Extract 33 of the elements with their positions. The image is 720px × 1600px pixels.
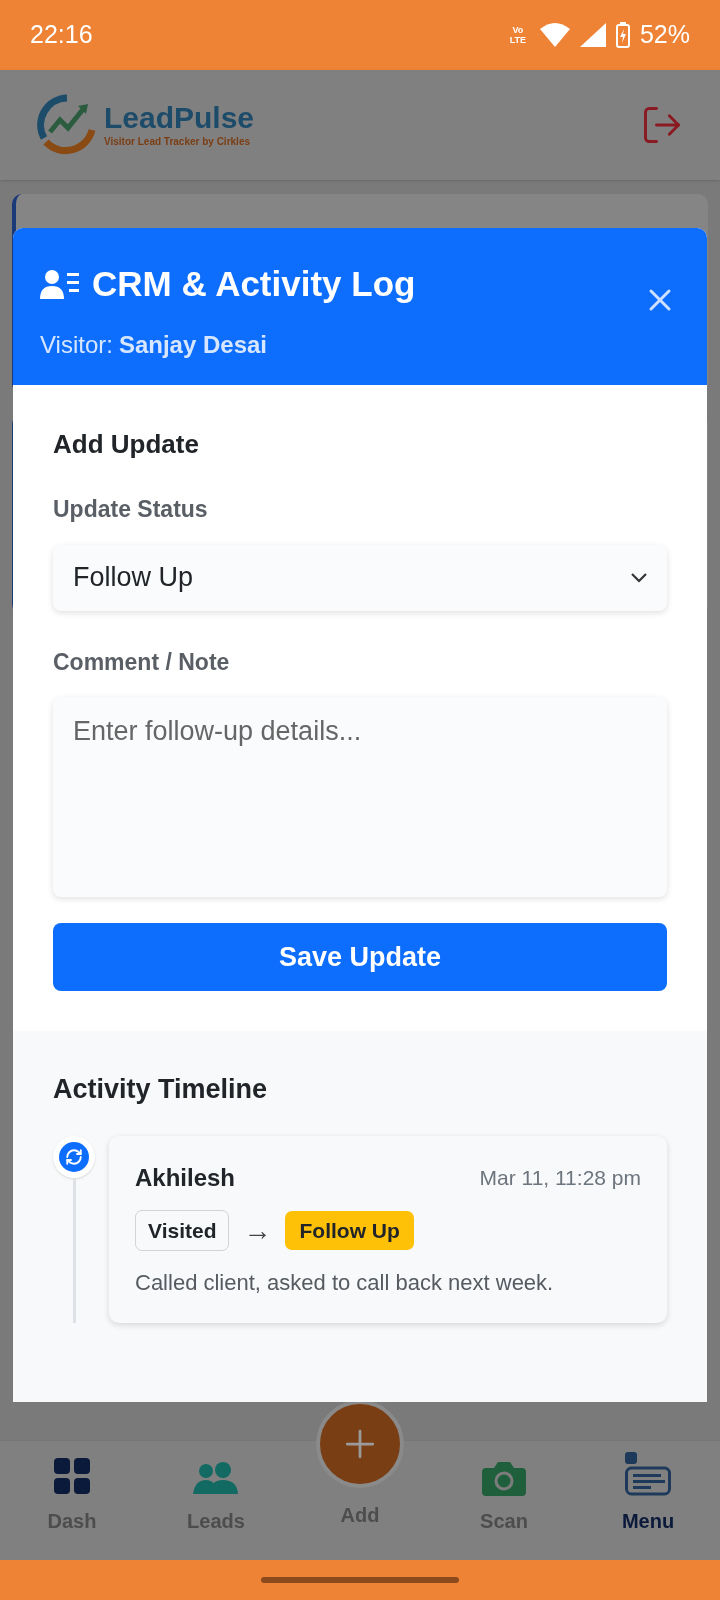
activity-author: Akhilesh [135, 1162, 236, 1193]
chevron-icon [631, 572, 647, 583]
battery-icon [615, 22, 630, 48]
comment-field[interactable]: Enter follow-up details... [53, 697, 667, 897]
brand-tagline: Visitor Lead Tracker by Cirkles [104, 134, 251, 149]
refresh-icon [65, 1147, 83, 1166]
field-label: Update Status [53, 495, 209, 524]
logo-icon [36, 94, 98, 156]
status-select[interactable]: Follow Up [53, 544, 667, 611]
camera-icon [482, 1460, 526, 1496]
users-icon [193, 1462, 239, 1496]
arrow-text: → [243, 1213, 272, 1248]
clock: 22:16 [30, 19, 93, 51]
activity-note: Called client, asked to call back next week. [135, 1268, 555, 1297]
network-label: Vo LTE [508, 25, 528, 45]
status-tag: Follow Up [285, 1210, 414, 1251]
battery-level: 52% [639, 19, 690, 51]
grid-icon [52, 1456, 92, 1496]
save-button[interactable]: Save Update [53, 923, 667, 991]
user-list-icon [40, 269, 80, 300]
status-tag: Visited [135, 1209, 230, 1252]
wifi-icon [539, 23, 570, 47]
field-label: Comment / Note [53, 647, 231, 677]
activity-time: Mar 11, 11:28 pm [479, 1164, 641, 1191]
visitor-name: Sanjay Desai [118, 329, 267, 360]
modal-title: CRM & Activity Log [92, 263, 416, 305]
nav-tab[interactable]: Menu [576, 1452, 720, 1536]
brand-name: LeadPulse [104, 101, 255, 134]
card-list-icon [625, 1452, 671, 1496]
section-heading: Activity Timeline [53, 1073, 269, 1106]
section-heading: Add Update [53, 428, 200, 461]
signal-icon [579, 23, 606, 47]
visitor-label: Visitor: [40, 329, 113, 360]
